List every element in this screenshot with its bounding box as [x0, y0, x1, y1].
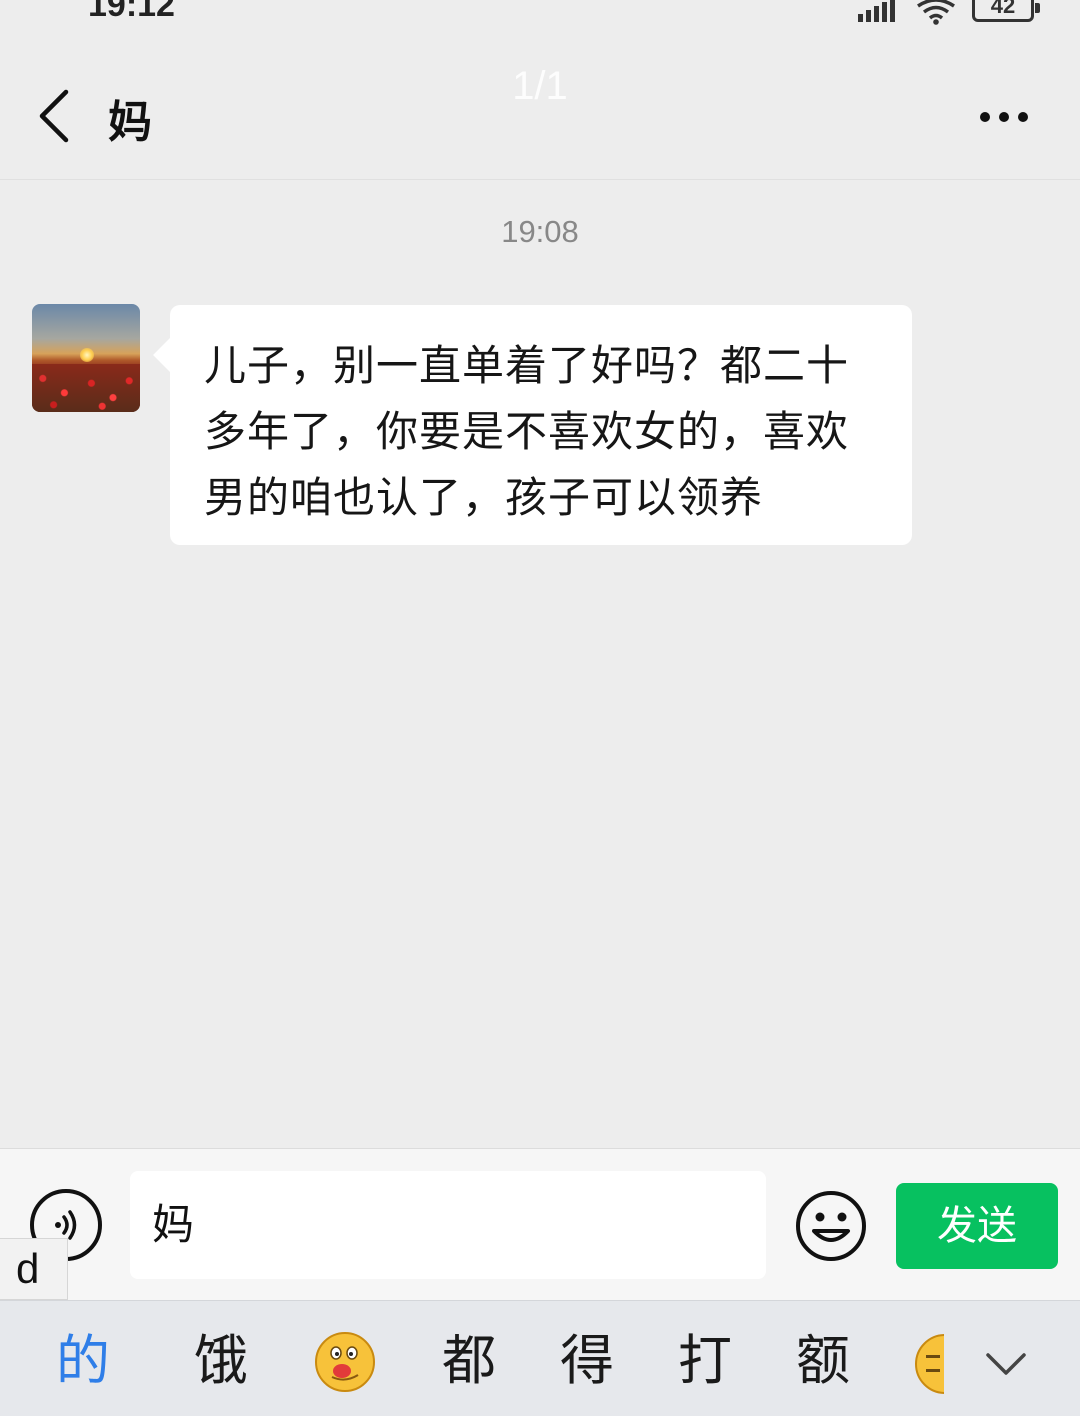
signal-icon: [858, 0, 895, 22]
avatar[interactable]: [32, 304, 140, 412]
input-bar: 妈 发送: [0, 1148, 1080, 1300]
candidate-item[interactable]: 的: [56, 1329, 110, 1393]
page-indicator: 1/1: [512, 64, 568, 108]
emoji-icon[interactable]: [794, 1189, 868, 1263]
battery-indicator: 42: [972, 0, 1040, 22]
message-bubble[interactable]: 儿子，别一直单着了好吗？都二十多年了，你要是不喜欢女的，喜欢男的咱也认了，孩子可…: [170, 305, 912, 545]
send-button[interactable]: 发送: [896, 1183, 1058, 1269]
chat-header: 妈 1/1: [0, 30, 1080, 180]
status-time: 19:12: [88, 0, 175, 24]
avatar-flowers: [32, 364, 140, 412]
message-timestamp: 19:08: [501, 214, 579, 249]
collapse-icon[interactable]: [984, 1351, 1028, 1379]
candidate-item[interactable]: 额: [796, 1329, 850, 1393]
candidate-item[interactable]: 得: [560, 1329, 614, 1393]
candidate-item[interactable]: 打: [678, 1329, 732, 1393]
ime-composition: d: [0, 1238, 68, 1300]
avatar-sun: [80, 348, 94, 362]
wifi-icon: [917, 0, 955, 25]
candidate-item[interactable]: 都: [442, 1329, 496, 1393]
message-text: 儿子，别一直单着了好吗？都二十多年了，你要是不喜欢女的，喜欢男的咱也认了，孩子可…: [204, 341, 850, 522]
message-input[interactable]: 妈: [130, 1171, 766, 1279]
emoji-tongue-icon[interactable]: [314, 1331, 376, 1393]
status-bar: 19:12 42: [0, 0, 1080, 30]
ime-candidate-bar: 的 饿 都 得 打 额: [0, 1300, 1080, 1416]
more-icon[interactable]: [976, 110, 1032, 124]
emoji-partial-icon[interactable]: [914, 1333, 944, 1395]
candidate-item[interactable]: 饿: [194, 1329, 248, 1393]
